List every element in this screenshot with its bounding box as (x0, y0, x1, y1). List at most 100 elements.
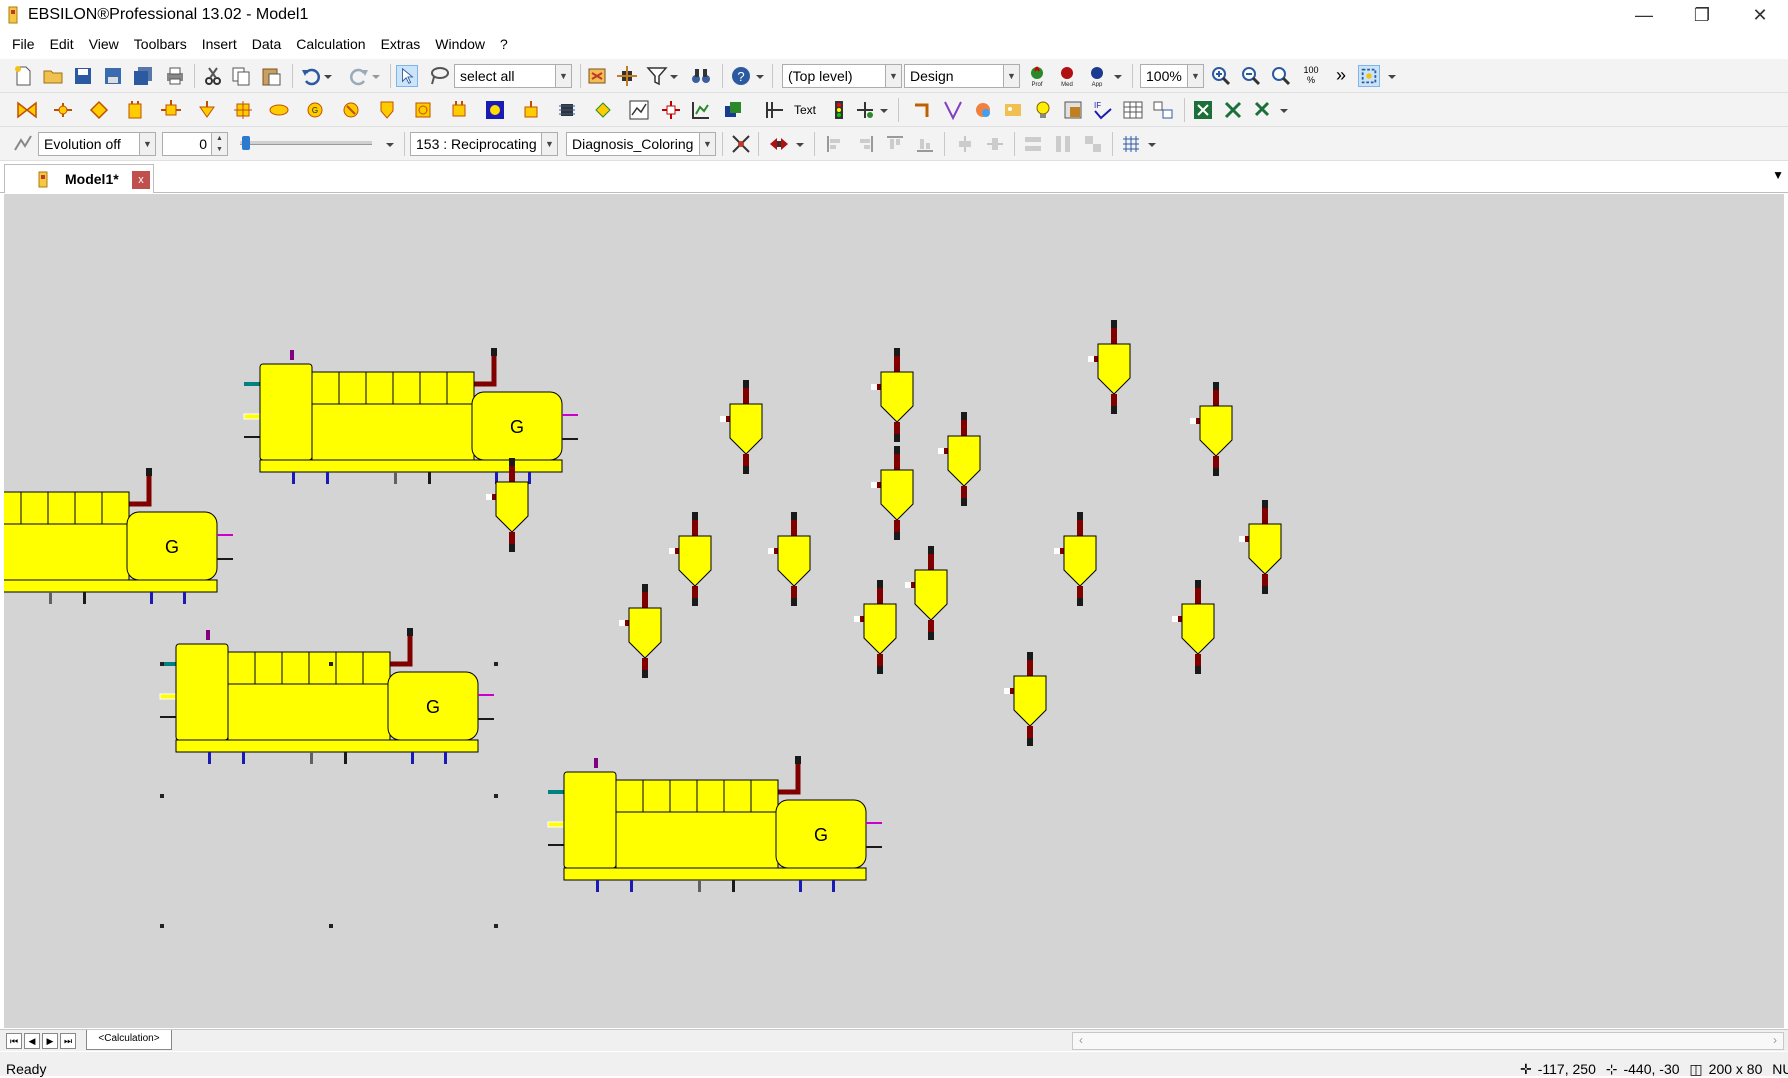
prev-sheet-button[interactable]: ◀ (24, 1033, 40, 1049)
splitter-component-icon[interactable] (52, 99, 74, 121)
open-folder-icon[interactable] (42, 65, 64, 87)
reciprocating-engine-4[interactable]: G (547, 756, 882, 892)
same-size-icon[interactable] (1082, 133, 1104, 155)
last-sheet-button[interactable]: ⏭ (60, 1033, 76, 1049)
spin-arrows-icon[interactable]: ▲ ▼ (211, 133, 227, 155)
help-dropdown-icon[interactable] (754, 65, 766, 87)
zoom-100-button[interactable]: 100 % (1300, 65, 1322, 87)
menu-data[interactable]: Data (252, 36, 282, 52)
text-tool-button[interactable]: Text (794, 99, 822, 121)
reciprocating-engine-1[interactable]: G (243, 348, 578, 484)
evolution-combo[interactable]: Evolution off ▼ (38, 132, 156, 156)
excel-dropdown-icon[interactable] (1278, 99, 1290, 121)
select-mode-combo[interactable]: select all ▼ (454, 64, 572, 88)
separator-component-3[interactable] (1088, 320, 1131, 414)
boiler-component-icon[interactable] (232, 99, 254, 121)
level-combo[interactable]: (Top level) ▼ (782, 64, 902, 88)
menu-view[interactable]: View (89, 36, 119, 52)
new-file-icon[interactable] (12, 65, 34, 87)
separator-component-4[interactable] (1190, 382, 1233, 476)
if-script-icon[interactable]: IF (1092, 99, 1114, 121)
menu-toolbars[interactable]: Toolbars (134, 36, 187, 52)
generator-component-icon[interactable]: G (304, 99, 326, 121)
flowsheet-diagram[interactable]: G G G G (4, 194, 1784, 1028)
evolution-icon[interactable] (12, 133, 34, 155)
zoom-out-icon[interactable] (1240, 65, 1262, 87)
logic-component-icon[interactable] (854, 99, 876, 121)
tab-list-dropdown[interactable]: ▼ (1772, 168, 1784, 182)
separator-component-10[interactable] (1054, 512, 1097, 606)
sheet-tab-calculation[interactable]: <Calculation> (86, 1030, 172, 1050)
selection-handle[interactable] (329, 662, 333, 666)
zoom-combo[interactable]: 100% ▼ (1140, 64, 1204, 88)
tab-model1[interactable]: Model1* x (4, 164, 154, 193)
traffic-light-icon[interactable] (828, 99, 850, 121)
separator-component-icon[interactable] (376, 99, 398, 121)
component-type-combo[interactable]: 153 : Reciprocating I ▼ (410, 132, 558, 156)
separator-component-13[interactable] (854, 580, 897, 674)
selection-handle[interactable] (494, 794, 498, 798)
align-left-icon[interactable] (824, 133, 846, 155)
reciprocating-engine-3[interactable]: G (159, 628, 494, 764)
save-all-icon[interactable] (132, 65, 154, 87)
filter-icon[interactable] (646, 65, 668, 87)
logic-dropdown-icon[interactable] (878, 99, 890, 121)
selection-handle[interactable] (329, 924, 333, 928)
chip-component-icon[interactable] (556, 99, 578, 121)
separator-component-5[interactable] (938, 412, 981, 506)
mode-combo[interactable]: Design ▼ (904, 64, 1020, 88)
evolution-step-input[interactable]: 0 ▲ ▼ (162, 132, 228, 156)
copy-component-icon[interactable] (722, 99, 744, 121)
sun-source-component-icon[interactable] (484, 99, 506, 121)
excel-link-icon[interactable] (1252, 99, 1274, 121)
selection-handle[interactable] (494, 924, 498, 928)
zoom-in-icon[interactable] (1210, 65, 1232, 87)
cut-icon[interactable] (202, 65, 224, 87)
chart-component-icon[interactable] (628, 99, 650, 121)
connect-tools-icon[interactable] (730, 133, 752, 155)
slider-thumb[interactable] (242, 136, 250, 150)
undo-icon[interactable] (300, 65, 322, 87)
selection-handle[interactable] (160, 794, 164, 798)
redo-icon[interactable] (348, 65, 370, 87)
first-sheet-button[interactable]: ⏮ (6, 1033, 22, 1049)
simulation-dropdown-icon[interactable] (1112, 65, 1124, 87)
horizontal-scrollbar[interactable]: ‹ › (1072, 1032, 1784, 1050)
minimize-button[interactable]: — (1618, 0, 1670, 30)
measuring-point-icon[interactable] (764, 99, 786, 121)
menu-extras[interactable]: Extras (381, 36, 421, 52)
separator-component-12[interactable] (905, 546, 948, 640)
paste-icon[interactable] (260, 65, 282, 87)
coloring-combo[interactable]: Diagnosis_Coloring ▼ (566, 132, 716, 156)
lightbulb-icon[interactable] (1032, 99, 1054, 121)
excel-export-icon[interactable] (1192, 99, 1214, 121)
save-icon[interactable] (72, 65, 94, 87)
reactor-component-icon[interactable] (592, 99, 614, 121)
print-icon[interactable] (164, 65, 186, 87)
reciprocating-engine-2[interactable]: G (4, 468, 233, 604)
fit-window-dropdown-icon[interactable] (1386, 65, 1398, 87)
same-height-icon[interactable] (1052, 133, 1074, 155)
zoom-fit-icon[interactable] (1270, 65, 1292, 87)
selection-handle[interactable] (160, 662, 164, 666)
align-right-icon[interactable] (854, 133, 876, 155)
separator-component-15[interactable] (619, 584, 662, 678)
menu-window[interactable]: Window (435, 36, 485, 52)
align-top-icon[interactable] (884, 133, 906, 155)
save-as-icon[interactable] (102, 65, 124, 87)
fluid-editor-icon[interactable] (972, 99, 994, 121)
flip-component-icon[interactable] (768, 133, 790, 155)
filter-dropdown-icon[interactable] (668, 65, 680, 87)
next-sheet-button[interactable]: ▶ (42, 1033, 58, 1049)
center-vertical-icon[interactable] (984, 133, 1006, 155)
menu-help[interactable]: ? (500, 36, 508, 52)
pipe-tool-icon[interactable] (912, 99, 934, 121)
compressor-component-icon[interactable] (412, 99, 434, 121)
close-tab-button[interactable]: x (132, 171, 150, 189)
scroll-right-icon[interactable]: › (1773, 1033, 1777, 1047)
separator-component-6[interactable] (871, 446, 914, 540)
undo-dropdown-icon[interactable] (322, 65, 334, 87)
structure-table-icon[interactable] (1152, 99, 1174, 121)
motor-component-icon[interactable] (340, 99, 362, 121)
simulation-prof-icon[interactable]: Prof (1026, 65, 1048, 87)
